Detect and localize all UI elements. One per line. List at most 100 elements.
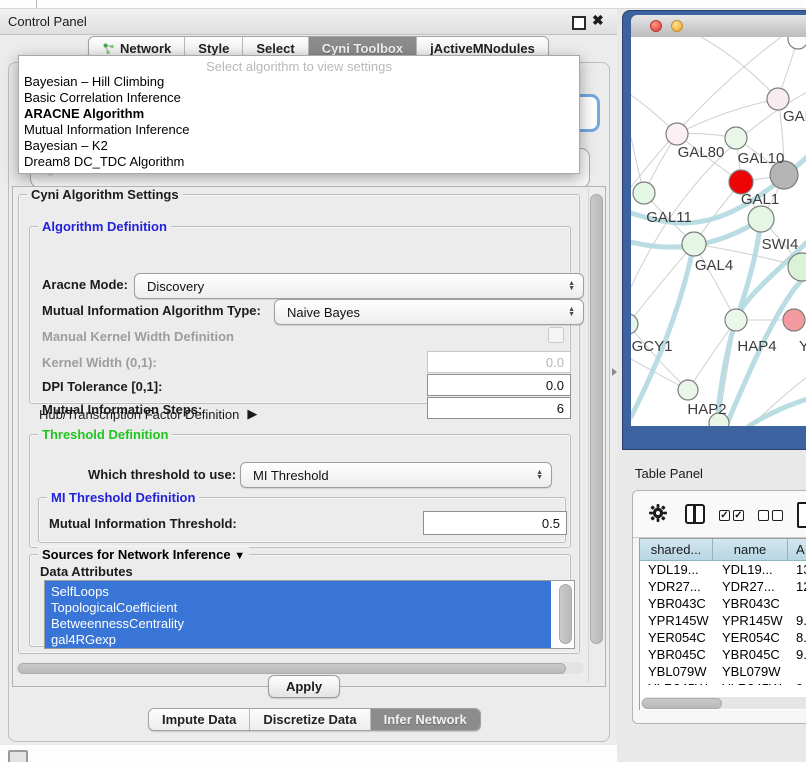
columns-icon[interactable]: [685, 504, 705, 524]
bottom-tab-infer-network[interactable]: Infer Network: [371, 709, 480, 730]
aracne-mode-value: Discovery: [147, 279, 204, 294]
mi-threshold-field[interactable]: 0.5: [423, 511, 567, 535]
top-strip-divider: [36, 0, 37, 8]
column-header[interactable]: A: [788, 539, 806, 560]
algorithm-option[interactable]: Mutual Information Inference: [19, 122, 579, 138]
table-cell: YDR27...: [648, 579, 701, 594]
table-horizontal-scrollbar[interactable]: [641, 697, 806, 709]
node-gal4[interactable]: [682, 232, 706, 256]
data-attribute-item[interactable]: gal4RGexp: [45, 632, 551, 648]
network-graph[interactable]: GAL7GAL80GAL10GAL1GAL11GAL4SWI4GCY1HAP4Y…: [631, 37, 806, 426]
mi-steps-value: 6: [557, 401, 564, 416]
apply-button[interactable]: Apply: [268, 675, 340, 698]
data-attribute-item[interactable]: BetweennessCentrality: [45, 616, 551, 632]
table-cell: YBL079W: [648, 664, 707, 679]
settings-horizontal-scrollbar[interactable]: [16, 662, 584, 674]
algorithm-dropdown: Select algorithm to view settings Bayesi…: [18, 55, 580, 174]
which-threshold-value: MI Threshold: [253, 468, 329, 483]
hub-definition-label: Hub/Transcription Factor Definition: [39, 407, 239, 422]
hub-definition-toggle[interactable]: Hub/Transcription Factor Definition ▶: [39, 405, 257, 423]
dpi-tolerance-field[interactable]: 0.0: [427, 374, 571, 396]
mi-steps-field[interactable]: 6: [427, 397, 571, 419]
algorithm-option[interactable]: Bayesian – Hill Climbing: [19, 74, 579, 90]
table-cell: 9.: [796, 613, 806, 628]
table-header-row: shared... name A: [640, 539, 806, 561]
settings-vertical-scrollbar[interactable]: [588, 188, 603, 683]
network-edge-thick[interactable]: [749, 399, 806, 426]
data-attribute-item[interactable]: SelfLoops: [45, 584, 551, 600]
cyni-settings-group-title: Cyni Algorithm Settings: [27, 187, 183, 202]
algorithm-option[interactable]: Basic Correlation Inference: [19, 90, 579, 106]
network-window-titlebar[interactable]: [631, 15, 806, 38]
mi-algorithm-type-combo[interactable]: Naive Bayes ▲▼: [274, 299, 584, 325]
data-attributes-list[interactable]: SelfLoopsTopologicalCoefficientBetweenne…: [44, 580, 575, 649]
node-partial-top[interactable]: [788, 37, 806, 49]
node-gal7[interactable]: [767, 88, 789, 110]
table-row[interactable]: YBR045CYBR045C9.: [640, 646, 806, 663]
list-vertical-scrollbar[interactable]: [559, 583, 571, 645]
node-gcy1[interactable]: [631, 314, 638, 334]
close-panel-icon[interactable]: ✖: [592, 12, 604, 29]
bottom-tab-impute-data[interactable]: Impute Data: [149, 709, 250, 730]
node-salmon[interactable]: [783, 309, 805, 331]
which-threshold-combo[interactable]: MI Threshold ▲▼: [240, 462, 552, 488]
data-attributes-label: Data Attributes: [40, 563, 133, 579]
algorithm-option[interactable]: Bayesian – K2: [19, 138, 579, 154]
table-row[interactable]: YER054CYER054C8.: [640, 629, 806, 646]
table-cell: YPR145W: [722, 613, 783, 628]
table-row[interactable]: YPR145W YPR145W 9.: [640, 612, 806, 629]
node-gal80[interactable]: [666, 123, 688, 145]
column-header[interactable]: shared...: [640, 539, 713, 560]
network-node-label: SWI4: [762, 236, 799, 253]
node-hap4[interactable]: [725, 309, 747, 331]
network-edge[interactable]: [701, 37, 778, 99]
table-row[interactable]: YLR345WYLR345W9.: [640, 680, 806, 685]
table-row[interactable]: YDR27...YDR27...12: [640, 578, 806, 595]
aracne-mode-combo[interactable]: Discovery ▲▼: [134, 273, 584, 299]
node-gal10[interactable]: [725, 127, 747, 149]
gear-icon[interactable]: [649, 504, 667, 522]
bottom-tab-discretize-data[interactable]: Discretize Data: [250, 709, 370, 730]
algorithm-option[interactable]: ARACNE Algorithm: [19, 106, 579, 122]
kernel-width-field[interactable]: 0.0: [427, 351, 571, 373]
splitpane-arrow-icon[interactable]: [612, 368, 617, 376]
float-panel-icon[interactable]: [572, 16, 586, 30]
network-canvas[interactable]: GAL7GAL80GAL10GAL1GAL11GAL4SWI4GCY1HAP4Y…: [631, 37, 806, 426]
zoom-window-icon[interactable]: [692, 20, 704, 32]
node-gal11[interactable]: [633, 182, 655, 204]
algorithm-option[interactable]: Dream8 DC_TDC Algorithm: [19, 154, 579, 170]
table-cell: YBR045C: [722, 647, 780, 662]
tab-label: Network: [120, 41, 171, 56]
grip-icon[interactable]: [8, 750, 28, 762]
deselect-all-checks-icon[interactable]: [758, 510, 783, 521]
sources-group-title[interactable]: Sources for Network Inference ▼: [38, 547, 249, 562]
table-row[interactable]: YBR043CYBR043C: [640, 595, 806, 612]
algorithm-definition-group: Algorithm Definition Aracne Mode: Discov…: [29, 226, 571, 404]
close-window-icon[interactable]: [650, 20, 662, 32]
table-cell: YER054C: [648, 630, 706, 645]
column-header[interactable]: name: [713, 539, 788, 560]
network-node-label: GAL1: [741, 191, 779, 208]
algorithm-definition-title: Algorithm Definition: [38, 219, 171, 234]
select-all-checks-icon[interactable]: ✓ ✓: [719, 510, 744, 521]
table-toolbar: ✓ ✓: [633, 491, 806, 538]
mi-threshold-group: MI Threshold Definition Mutual Informati…: [38, 497, 566, 543]
node-hap2[interactable]: [678, 380, 698, 400]
manual-kernel-width-label: Manual Kernel Width Definition: [42, 327, 234, 345]
top-strip: [0, 0, 806, 9]
manual-kernel-width-checkbox[interactable]: [548, 327, 564, 343]
kernel-width-value: 0.0: [546, 355, 564, 370]
network-node-label: Y: [799, 338, 806, 355]
node-gal1[interactable]: [748, 206, 774, 232]
data-attribute-item[interactable]: TopologicalCoefficient: [45, 600, 551, 616]
table-cell: YPR145W: [648, 613, 709, 628]
stepper-arrows-icon: ▲▼: [568, 307, 575, 317]
minimize-window-icon[interactable]: [671, 20, 683, 32]
table-row[interactable]: YBL079WYBL079W: [640, 663, 806, 680]
network-edge[interactable]: [694, 244, 736, 320]
table-row[interactable]: YDL19...YDL19...13: [640, 561, 806, 578]
file-icon[interactable]: [797, 502, 806, 528]
threshold-definition-title: Threshold Definition: [38, 427, 172, 442]
network-edge-thick[interactable]: [736, 219, 761, 320]
control-panel-titlebar: Control Panel ✖: [0, 9, 617, 35]
